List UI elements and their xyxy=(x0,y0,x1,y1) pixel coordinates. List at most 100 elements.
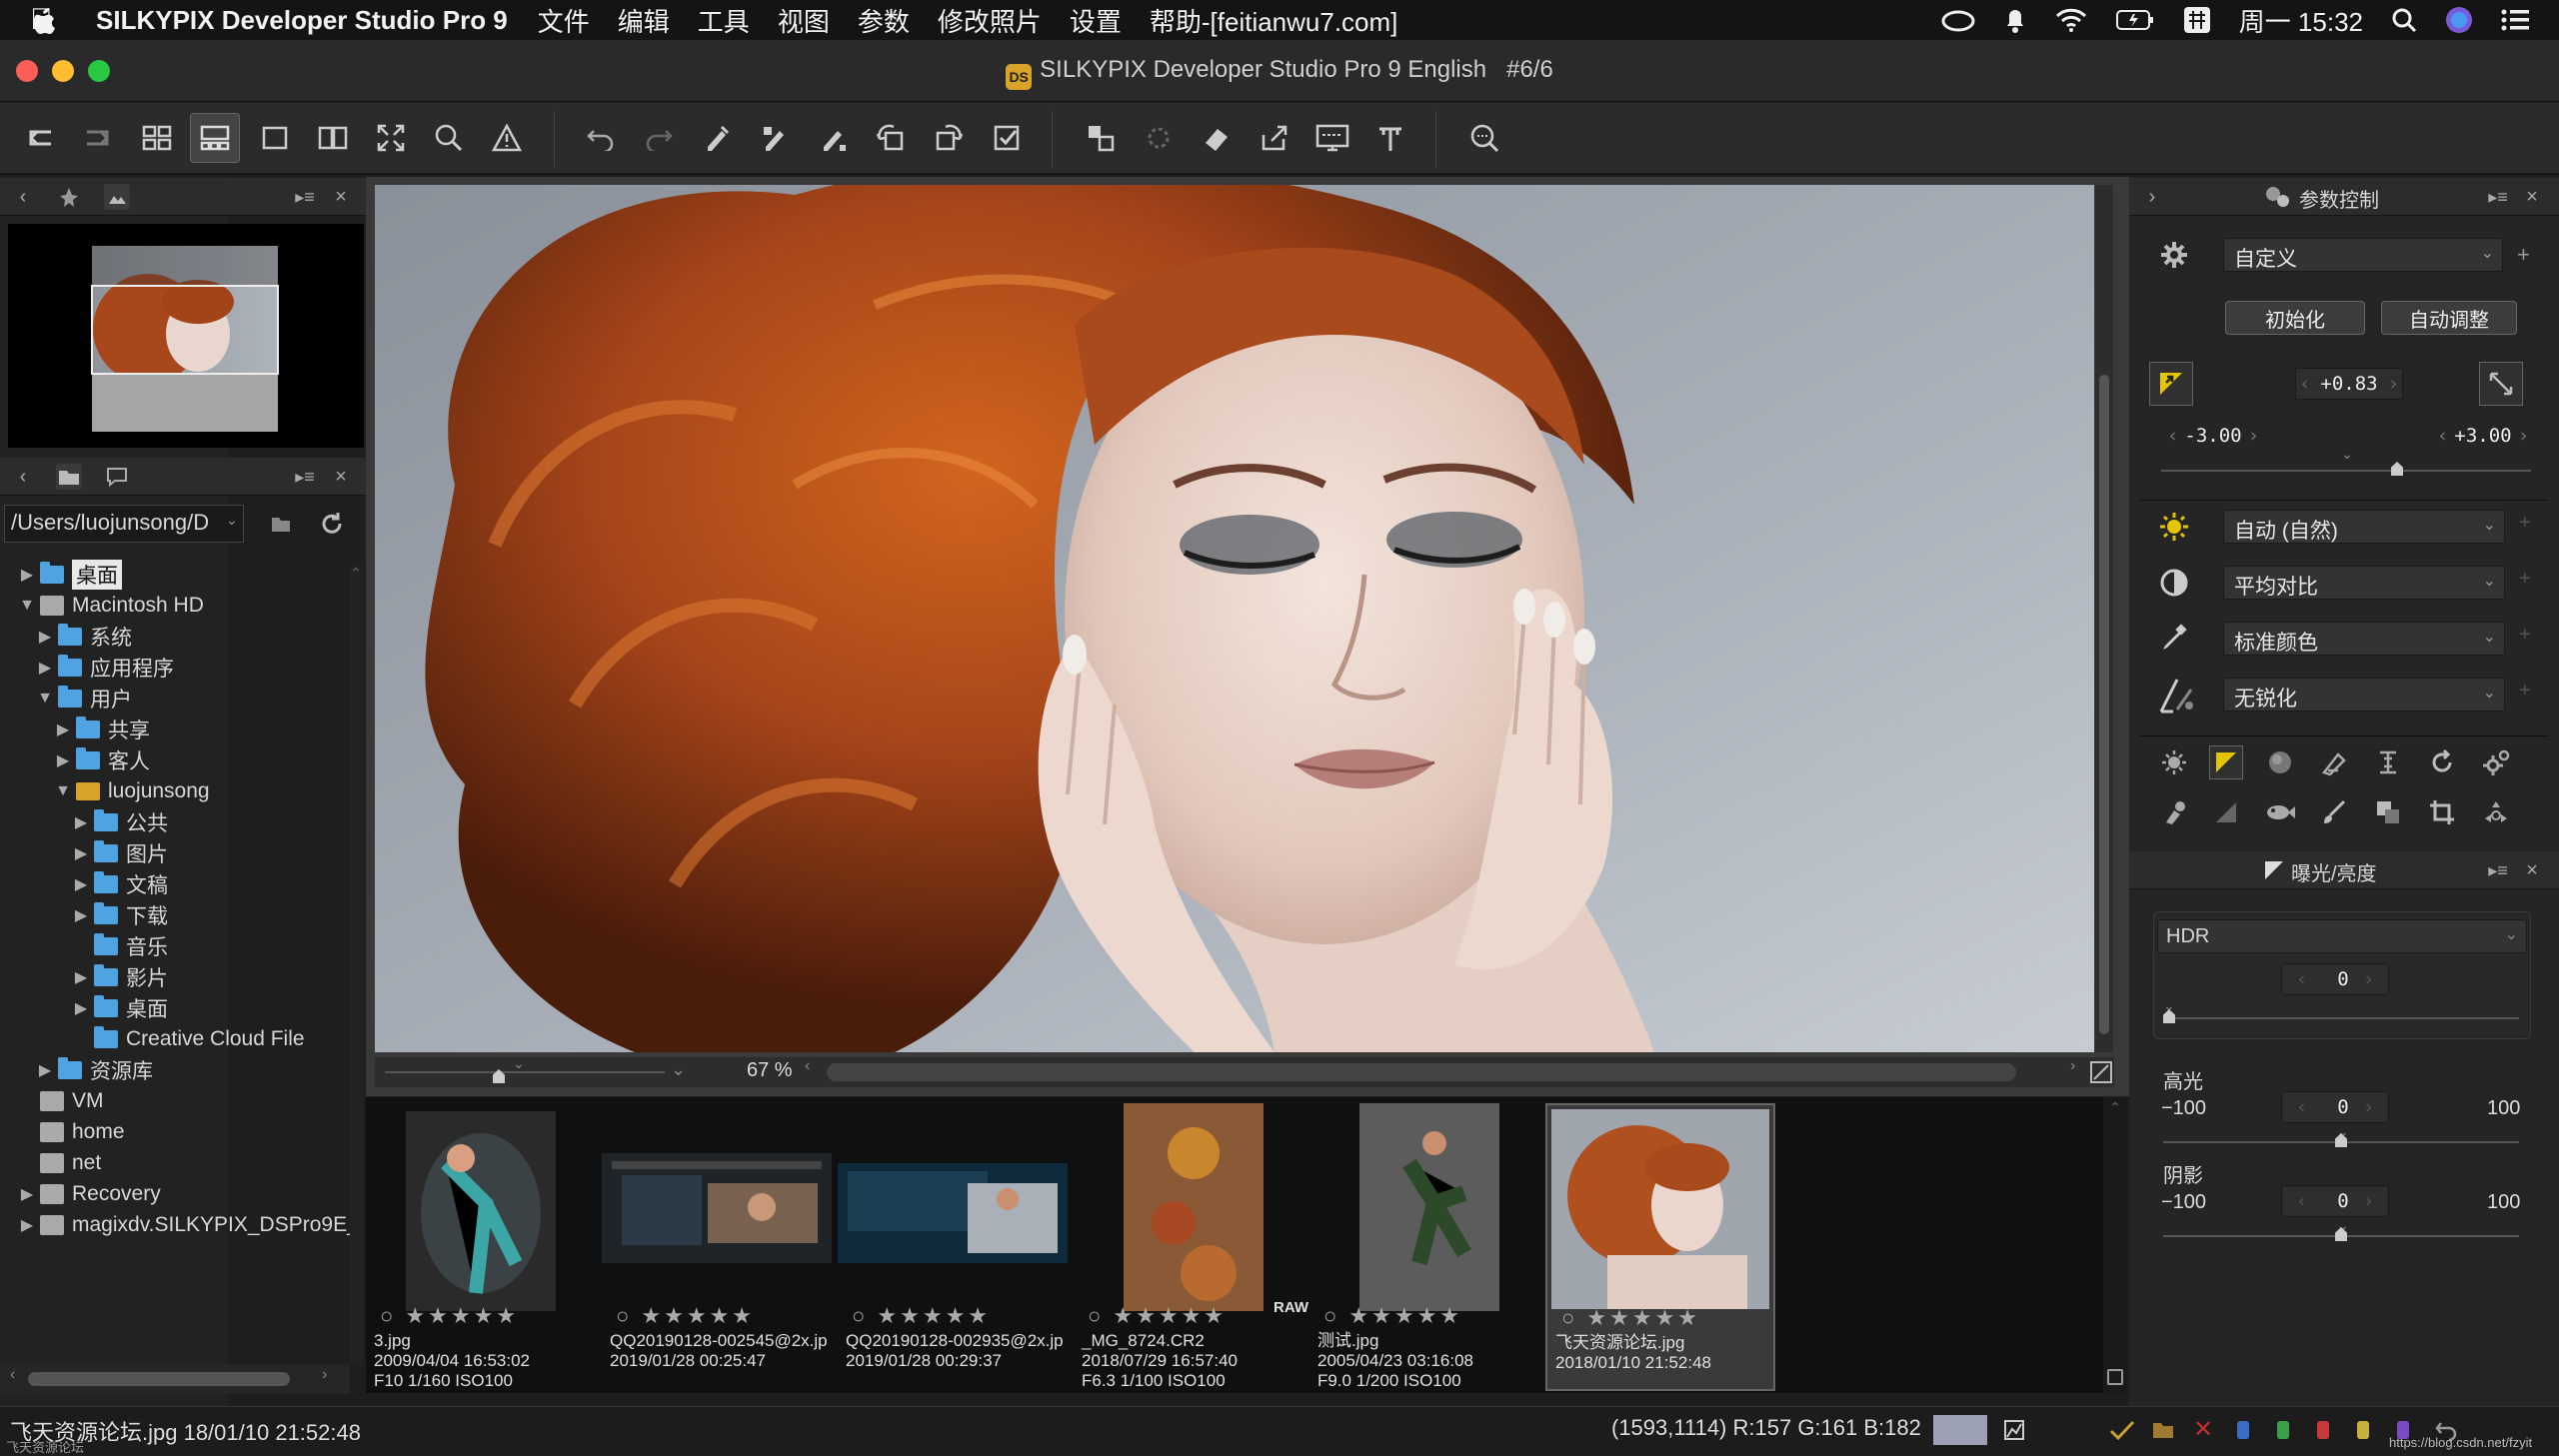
rating-stars[interactable]: ○ ★★★★★ xyxy=(852,1303,991,1329)
filmstrip-scrollbar[interactable]: ⌃ xyxy=(2103,1097,2127,1393)
brush-tool-icon[interactable] xyxy=(2317,795,2351,829)
tree-item[interactable]: ▶ Recovery xyxy=(18,1179,161,1209)
yellow-tag-icon[interactable] xyxy=(2355,1419,2371,1441)
tree-scroll-thumb[interactable] xyxy=(28,1372,290,1386)
menu-file[interactable]: 文件 xyxy=(538,2,590,39)
exposure-tool-icon[interactable] xyxy=(2209,745,2243,779)
menu-tools[interactable]: 工具 xyxy=(698,2,750,39)
notification-bell-icon[interactable] xyxy=(2003,6,2027,34)
color-brush-icon[interactable] xyxy=(2157,622,2191,656)
loupe-icon[interactable] xyxy=(1459,113,1509,163)
hdr-select[interactable]: HDR ⌄ xyxy=(2157,919,2527,953)
edit-params-icon[interactable] xyxy=(808,113,858,163)
warning-icon[interactable] xyxy=(482,113,532,163)
disclosure-collapsed-icon[interactable]: ▶ xyxy=(72,998,90,1018)
tree-item[interactable]: ▶ 影片 xyxy=(72,962,168,992)
level-tool-icon[interactable] xyxy=(2371,745,2405,779)
add-icon[interactable]: + xyxy=(2519,512,2531,535)
zoom-icon[interactable] xyxy=(424,113,474,163)
tree-item[interactable]: ▶ 文稿 xyxy=(72,869,168,899)
folder-status-icon[interactable] xyxy=(2151,1419,2175,1441)
export-icon[interactable] xyxy=(1250,113,1299,163)
paste-params-icon[interactable] xyxy=(750,113,800,163)
hdr-slider[interactable] xyxy=(2163,1017,2519,1019)
add-icon[interactable]: + xyxy=(2519,568,2531,591)
new-folder-icon[interactable] xyxy=(268,510,294,536)
tree-item[interactable]: Creative Cloud File xyxy=(72,1024,305,1054)
green-tag-icon[interactable] xyxy=(2275,1419,2291,1441)
wifi-icon[interactable] xyxy=(2055,7,2087,33)
forward-icon[interactable] xyxy=(74,113,124,163)
menu-edit[interactable]: 编辑 xyxy=(618,2,670,39)
disclosure-collapsed-icon[interactable]: ▶ xyxy=(36,627,54,647)
disclosure-collapsed-icon[interactable]: ▶ xyxy=(54,750,72,770)
thumbnail[interactable]: ○ ★★★★★ QQ20190128-002545@2x.jp 2019/01/2… xyxy=(602,1103,832,1391)
rating-stars[interactable]: ○ ★★★★★ xyxy=(1561,1305,1700,1331)
compare-view-icon[interactable] xyxy=(308,113,358,163)
disclosure-collapsed-icon[interactable]: ▶ xyxy=(36,1060,54,1080)
menu-view[interactable]: 视图 xyxy=(778,2,830,39)
notification-center-icon[interactable] xyxy=(2501,8,2529,32)
sub-image-icon[interactable] xyxy=(1076,113,1126,163)
retouch-tool-icon[interactable] xyxy=(2157,795,2191,829)
tree-scrollbar[interactable]: ⌃ xyxy=(350,565,364,1364)
viewer-hscroll-thumb[interactable] xyxy=(827,1063,2016,1081)
navigator-tab-icon[interactable] xyxy=(104,184,130,210)
undo-icon[interactable] xyxy=(576,113,626,163)
creative-cloud-icon[interactable] xyxy=(1941,8,1975,32)
brightness-tool-icon[interactable] xyxy=(2157,745,2191,779)
exposure-slider[interactable] xyxy=(2161,470,2531,472)
contrast-select[interactable]: 平均对比 ⌄ xyxy=(2223,566,2505,600)
zoom-level[interactable]: 67 % xyxy=(747,1059,793,1082)
main-image-preview[interactable] xyxy=(375,185,2094,1052)
tree-item[interactable]: net xyxy=(18,1148,101,1178)
collapse-left-icon[interactable]: ‹ xyxy=(10,464,36,490)
close-panel-icon[interactable]: × xyxy=(2519,184,2545,210)
app-menu[interactable]: SILKYPIX Developer Studio Pro 9 xyxy=(96,5,508,36)
panel-menu-icon[interactable]: ▸≡ xyxy=(292,464,318,490)
redo-icon[interactable] xyxy=(634,113,684,163)
sharpness-icon[interactable] xyxy=(2155,674,2199,718)
tree-item[interactable]: ▶ 桌面 xyxy=(72,993,168,1023)
disclosure-collapsed-icon[interactable]: ▶ xyxy=(18,565,36,585)
disclosure-collapsed-icon[interactable]: ▶ xyxy=(36,658,54,678)
tree-item[interactable]: ▶ 资源库 xyxy=(36,1055,153,1085)
tree-item[interactable]: ▶ magixdv.SILKYPIX_DSPro9E_ xyxy=(18,1210,359,1240)
add-preset-icon[interactable]: + xyxy=(2517,242,2530,268)
fit-view-icon[interactable] xyxy=(2090,1061,2112,1083)
tree-item[interactable]: ▶ 系统 xyxy=(36,622,132,652)
filmstrip-view-icon[interactable] xyxy=(190,113,240,163)
disclosure-collapsed-icon[interactable]: ▶ xyxy=(72,874,90,894)
reject-icon[interactable]: ✕ xyxy=(2193,1415,2213,1444)
highlight-value[interactable]: ‹ 0 › xyxy=(2281,1091,2389,1123)
close-panel-icon[interactable]: × xyxy=(328,184,354,210)
histogram-icon[interactable] xyxy=(2003,1419,2025,1441)
disclosure-collapsed-icon[interactable]: ▶ xyxy=(18,1215,36,1235)
disclosure-collapsed-icon[interactable]: ▶ xyxy=(72,905,90,925)
add-icon[interactable]: + xyxy=(2519,624,2531,647)
contrast-icon[interactable] xyxy=(2157,566,2191,600)
menu-settings[interactable]: 设置 xyxy=(1070,2,1122,39)
thumbnail[interactable]: ○ ★★★★★ 3.jpg 2009/04/04 16:53:02 F10 1/16… xyxy=(366,1103,596,1391)
rating-stars[interactable]: ○ ★★★★★ xyxy=(616,1303,755,1329)
disclosure-collapsed-icon[interactable]: ▶ xyxy=(72,843,90,863)
initialize-button[interactable]: 初始化 xyxy=(2225,301,2365,335)
thumbnail[interactable]: ○ ★★★★★ 测试.jpg 2005/04/23 03:16:08 F9.0 1/… xyxy=(1309,1103,1539,1391)
tree-item[interactable]: ▶ 客人 xyxy=(54,745,150,775)
menu-params[interactable]: 参数 xyxy=(858,2,910,39)
disclosure-collapsed-icon[interactable]: ▶ xyxy=(72,967,90,987)
gradient-tool-icon[interactable] xyxy=(2209,795,2243,829)
pin-icon[interactable] xyxy=(56,184,82,210)
fullscreen-icon[interactable] xyxy=(366,113,416,163)
collapse-right-icon[interactable]: › xyxy=(2139,184,2165,210)
tree-item[interactable]: ▶ 共享 xyxy=(54,715,150,744)
apple-logo-icon[interactable] xyxy=(30,5,70,35)
develop-icon[interactable] xyxy=(1192,113,1242,163)
single-view-icon[interactable] xyxy=(250,113,300,163)
disclosure-collapsed-icon[interactable]: ▶ xyxy=(18,1184,36,1204)
highlight-tool-icon[interactable] xyxy=(2317,745,2351,779)
color-select[interactable]: 标准颜色 ⌄ xyxy=(2223,622,2505,656)
disclosure-expanded-icon[interactable]: ▼ xyxy=(36,690,54,708)
copy-params-icon[interactable] xyxy=(692,113,742,163)
shadow-value[interactable]: ‹ 0 › xyxy=(2281,1185,2389,1217)
